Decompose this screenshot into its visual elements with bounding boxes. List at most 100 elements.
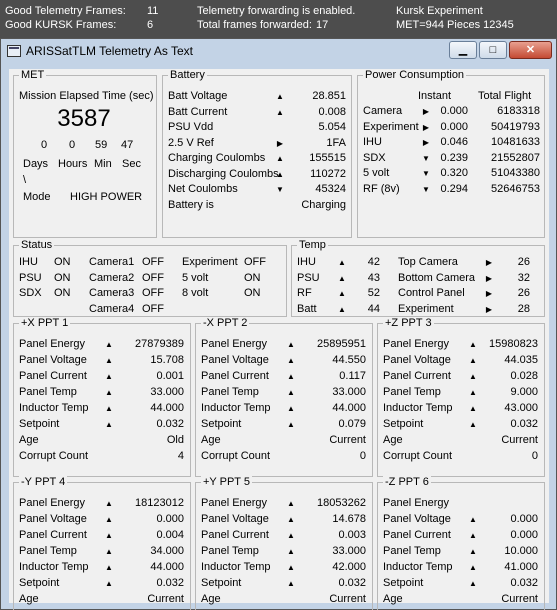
trend-icon: ▲: [338, 289, 346, 298]
met-slash: \: [23, 174, 27, 186]
ppt-row-label: Age: [19, 434, 39, 446]
mode-value: HIGH POWER: [70, 191, 143, 203]
trend-icon: ▲: [105, 404, 113, 413]
ppt-row-label: Panel Voltage: [383, 354, 451, 366]
ppt-row-value: 15.708: [150, 354, 184, 366]
power-row-label: RF (8v): [363, 182, 400, 195]
title-bar[interactable]: ARISSatTLM Telemetry As Text ▁ □ ✕: [1, 39, 556, 65]
trend-icon: ▶: [422, 138, 430, 147]
temp-value: 32: [517, 271, 530, 284]
ppt-row-value: 44.035: [504, 354, 538, 366]
ppt-row-value: 44.550: [332, 354, 366, 366]
ppt-row-label: Inductor Temp: [201, 402, 271, 414]
experiment-name: Kursk Experiment: [396, 5, 483, 17]
battery-row-label: Batt Voltage: [168, 90, 228, 102]
power-total-header: Total Flight: [478, 90, 532, 102]
met-group-title: MET: [19, 69, 47, 81]
maximize-button[interactable]: □: [479, 41, 507, 59]
ppt-row-value: 44.000: [150, 561, 184, 573]
trend-icon: ▶: [422, 122, 430, 132]
ppt-row-value: 43.000: [504, 402, 538, 414]
temp-label: Control Panel: [398, 287, 465, 299]
power-row-total: 50419793: [491, 120, 540, 133]
status-value: OFF: [142, 271, 164, 284]
battery-row-value: 45324: [315, 183, 346, 195]
trend-icon: ▲: [287, 404, 295, 413]
ppt-row-value: 15980823: [489, 338, 538, 350]
ppt-row-label: Inductor Temp: [201, 561, 271, 573]
ppt-row-label: Age: [383, 593, 403, 605]
trend-icon: ▼: [422, 169, 430, 178]
met-sec-label: Sec: [122, 158, 141, 170]
ppt-row-value: 0.000: [510, 513, 538, 525]
status-value: OFF: [142, 302, 164, 315]
battery-row-label: Net Coulombs: [168, 183, 238, 195]
ppt-row-value: 18123012: [135, 497, 184, 509]
ppt-row-value: 0.000: [510, 529, 538, 541]
ppt-row-label: Age: [383, 434, 403, 446]
battery-row-value: 1FA: [326, 136, 346, 149]
ppt-row-value: 0.117: [339, 370, 366, 382]
ppt-row-label: Panel Energy: [19, 338, 86, 350]
good-telemetry-count: 11: [147, 5, 159, 17]
window-title: ARISSatTLM Telemetry As Text: [26, 44, 193, 58]
ppt-group-title: +Z PPT 3: [383, 317, 434, 329]
trend-icon: ▲: [276, 107, 284, 117]
trend-icon: ▲: [469, 515, 477, 524]
trend-icon: ▲: [287, 579, 295, 588]
ppt-row-value: 42.000: [332, 561, 366, 573]
minimize-icon: ▁: [458, 44, 468, 56]
ppt-row-label: Panel Energy: [201, 338, 268, 350]
ppt-row-value: 0: [531, 450, 538, 462]
ppt-row-label: Panel Temp: [19, 386, 77, 398]
ppt-row-label: Inductor Temp: [19, 561, 89, 573]
status-label: Camera4: [89, 302, 135, 315]
battery-row-value: 155515: [309, 152, 346, 164]
power-group-title: Power Consumption: [363, 69, 467, 81]
status-bar: Good Telemetry Frames: 11 Good KURSK Fra…: [0, 0, 557, 38]
met-hours-label: Hours: [58, 158, 88, 170]
temp-label: Top Camera: [398, 256, 458, 268]
ppt-row-label: Panel Voltage: [19, 513, 87, 525]
ppt-row-label: Panel Current: [201, 529, 269, 541]
trend-icon: ▲: [287, 499, 295, 508]
ppt-row-label: Panel Voltage: [19, 354, 87, 366]
trend-icon: ▶: [422, 107, 430, 116]
mode-label: Mode: [23, 191, 51, 203]
status-value: OFF: [142, 287, 164, 299]
power-row-instant: 0.046: [440, 136, 468, 148]
trend-icon: ▲: [105, 356, 113, 365]
trend-icon: ▲: [276, 169, 284, 179]
trend-icon: ▶: [276, 138, 284, 148]
ppt-row-value: Current: [501, 434, 538, 446]
ppt-group: +Z PPT 3 Panel Energy ▲ 15980823 Panel Volta…: [377, 317, 545, 477]
trend-icon: ▲: [105, 579, 113, 588]
ppt-group-title: +Y PPT 5: [201, 476, 252, 488]
power-row-total: 52646753: [491, 182, 540, 195]
battery-row-value: 28.851: [312, 90, 346, 102]
power-row-label: Experiment: [363, 120, 419, 133]
trend-icon: ▲: [469, 388, 477, 397]
ppt-row-value: 0.032: [510, 418, 538, 430]
trend-icon: ▲: [469, 531, 477, 540]
trend-icon: ▼: [422, 184, 430, 194]
status-value: ON: [54, 256, 71, 268]
ppt-row-value: 0.032: [156, 418, 184, 430]
trend-icon: ▲: [105, 340, 113, 349]
status-value: ON: [244, 287, 261, 299]
ppt-group-title: -X PPT 2: [201, 317, 250, 329]
status-value: OFF: [142, 256, 164, 268]
ppt-group: -Y PPT 4 Panel Energy ▲ 18123012 Panel Volta…: [13, 476, 191, 610]
close-button[interactable]: ✕: [509, 41, 552, 59]
ppt-group-title: -Z PPT 6: [383, 476, 431, 488]
power-instant-header: Instant: [418, 90, 452, 102]
ppt-row-label: Setpoint: [383, 577, 424, 589]
good-kursk-count: 6: [147, 19, 154, 31]
minimize-button[interactable]: ▁: [449, 41, 477, 59]
trend-icon: ▲: [287, 563, 295, 572]
trend-icon: ▲: [287, 372, 295, 381]
battery-row-label: Battery is: [168, 198, 214, 211]
temp-group-title: Temp: [297, 239, 328, 251]
ppt-row-label: Panel Temp: [201, 386, 259, 398]
power-row-total: 10481633: [491, 136, 540, 148]
